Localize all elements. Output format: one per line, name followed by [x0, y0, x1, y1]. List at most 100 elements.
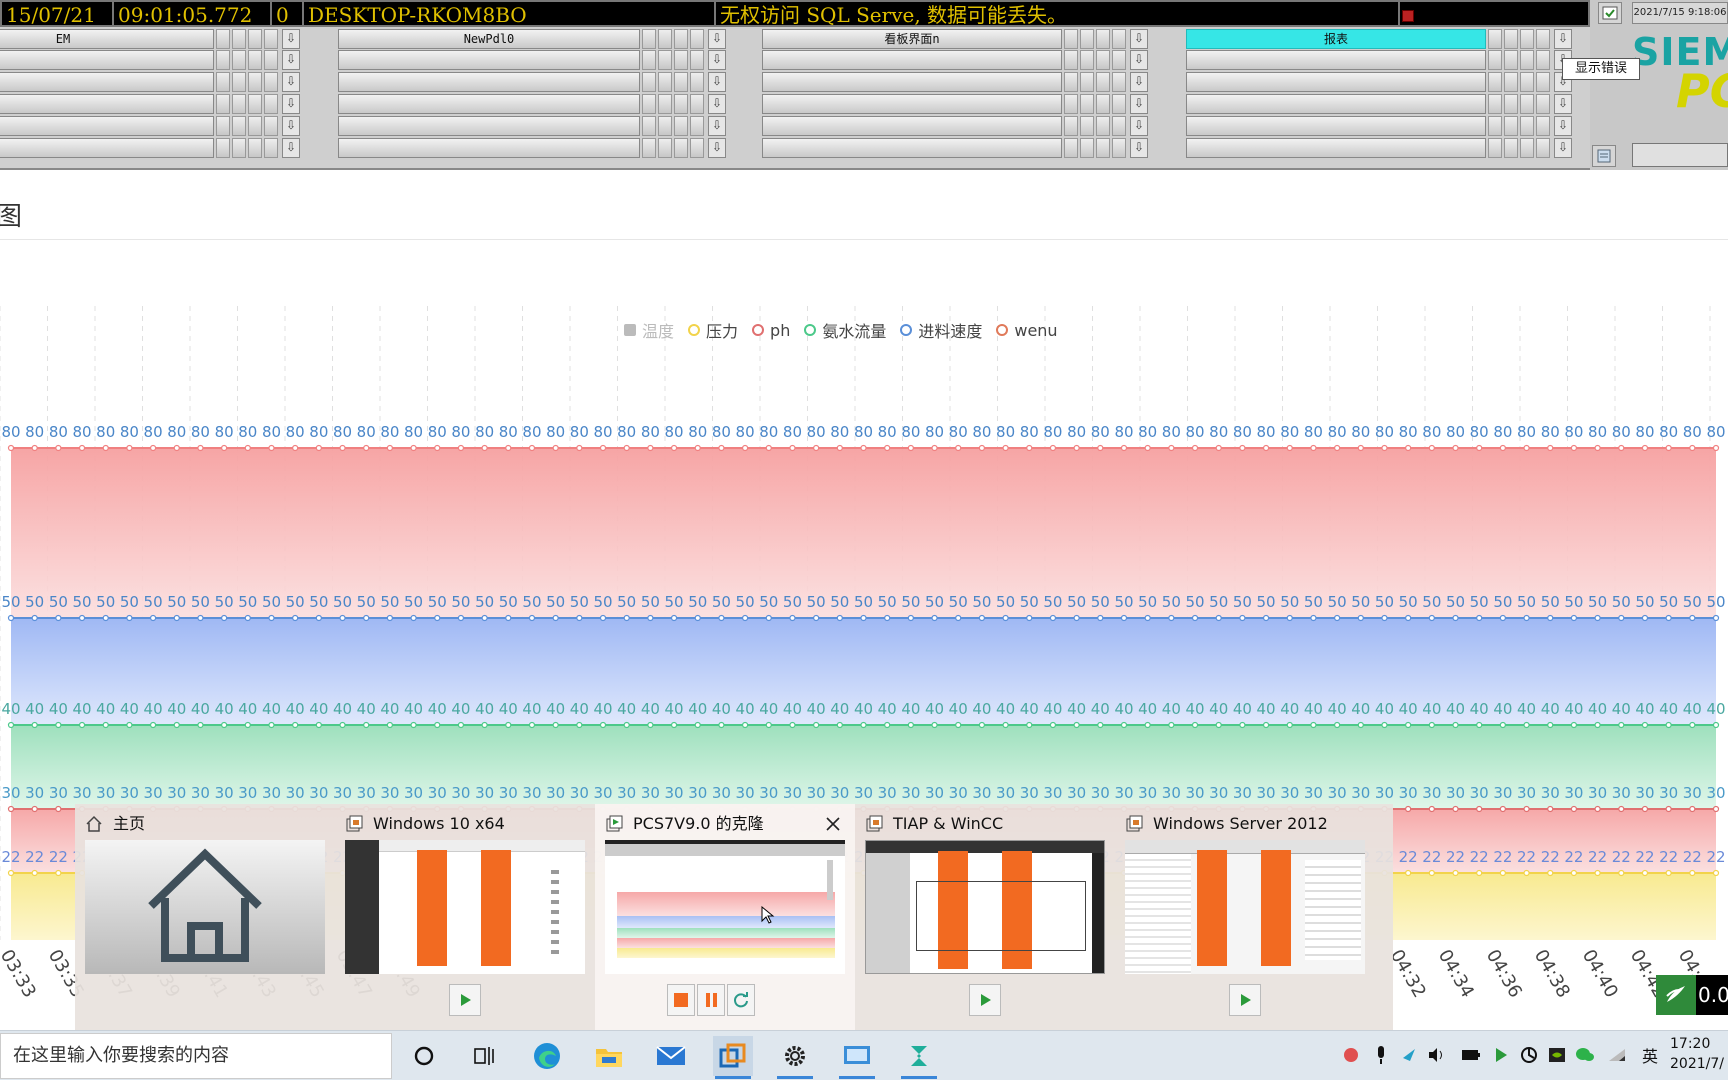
area-indicator[interactable] [658, 116, 672, 136]
pause-button[interactable] [697, 984, 725, 1016]
area-indicator[interactable] [1520, 138, 1534, 158]
area-button[interactable] [0, 94, 214, 114]
area-button[interactable] [0, 72, 214, 92]
down-arrow-icon[interactable]: ⇩ [282, 94, 300, 114]
area-indicator[interactable] [1064, 94, 1078, 114]
area-indicator[interactable] [1112, 138, 1126, 158]
area-indicator[interactable] [658, 72, 672, 92]
area-indicator[interactable] [642, 138, 656, 158]
area-indicator[interactable] [690, 29, 704, 49]
legend-item[interactable]: wenu [996, 321, 1058, 340]
area-indicator[interactable] [674, 116, 688, 136]
area-indicator[interactable] [658, 94, 672, 114]
thumb-windows10[interactable]: Windows 10 x64 [335, 804, 595, 1030]
down-arrow-icon[interactable]: ⇩ [708, 72, 726, 92]
area-indicator[interactable] [216, 29, 230, 49]
input-language[interactable]: 英 [1642, 1043, 1658, 1067]
area-indicator[interactable] [1488, 138, 1502, 158]
area-indicator[interactable] [674, 94, 688, 114]
acknowledge-icon[interactable] [1598, 2, 1622, 24]
thumb-windows-server[interactable]: Windows Server 2012 [1115, 804, 1375, 1030]
area-indicator[interactable] [1080, 138, 1094, 158]
area-button[interactable] [0, 116, 214, 136]
area-indicator[interactable] [1536, 116, 1550, 136]
area-indicator[interactable] [642, 50, 656, 70]
battery-icon[interactable] [1460, 1043, 1482, 1067]
area-indicator[interactable] [1112, 72, 1126, 92]
area-indicator[interactable] [248, 138, 262, 158]
area-indicator[interactable] [642, 72, 656, 92]
down-arrow-icon[interactable]: ⇩ [708, 94, 726, 114]
area-indicator[interactable] [1504, 29, 1518, 49]
area-indicator[interactable] [1536, 50, 1550, 70]
area-indicator[interactable] [674, 50, 688, 70]
legend-item[interactable]: 温度 [624, 318, 674, 342]
siemens-tool-icon[interactable] [899, 1036, 939, 1079]
area-indicator[interactable] [1488, 94, 1502, 114]
area-indicator[interactable] [216, 116, 230, 136]
area-indicator[interactable] [1112, 50, 1126, 70]
task-view-icon[interactable] [464, 1036, 504, 1076]
area-button[interactable]: NewPdl0 [338, 29, 640, 49]
mail-icon[interactable] [651, 1036, 691, 1076]
area-indicator[interactable] [674, 29, 688, 49]
file-explorer-icon[interactable] [589, 1036, 629, 1076]
tray-app2-icon[interactable] [1518, 1043, 1540, 1067]
area-button[interactable] [762, 138, 1062, 158]
area-indicator[interactable] [1504, 94, 1518, 114]
area-indicator[interactable] [1504, 50, 1518, 70]
area-button[interactable] [0, 138, 214, 158]
sync-icon[interactable] [1398, 1043, 1420, 1067]
area-indicator[interactable] [690, 50, 704, 70]
area-indicator[interactable] [232, 50, 246, 70]
area-indicator[interactable] [658, 138, 672, 158]
area-indicator[interactable] [1080, 116, 1094, 136]
area-indicator[interactable] [1488, 29, 1502, 49]
app-badge-icon[interactable] [1656, 975, 1696, 1015]
area-indicator[interactable] [1536, 29, 1550, 49]
area-button[interactable] [338, 94, 640, 114]
area-indicator[interactable] [1520, 29, 1534, 49]
area-indicator[interactable] [1112, 29, 1126, 49]
area-indicator[interactable] [642, 29, 656, 49]
area-indicator[interactable] [1096, 72, 1110, 92]
area-indicator[interactable] [1536, 94, 1550, 114]
down-arrow-icon[interactable]: ⇩ [708, 29, 726, 49]
play-button[interactable] [969, 984, 1001, 1016]
area-indicator[interactable] [232, 72, 246, 92]
down-arrow-icon[interactable]: ⇩ [282, 72, 300, 92]
alarm-indicator-icon[interactable] [1402, 10, 1414, 22]
area-indicator[interactable] [1520, 72, 1534, 92]
close-icon[interactable] [821, 812, 845, 836]
area-button[interactable] [1186, 72, 1486, 92]
remote-desktop-icon[interactable] [837, 1036, 877, 1079]
area-indicator[interactable] [690, 138, 704, 158]
area-indicator[interactable] [1096, 138, 1110, 158]
area-button[interactable] [1186, 138, 1486, 158]
down-arrow-icon[interactable]: ⇩ [1130, 72, 1148, 92]
thumb-tiap[interactable]: TIAP & WinCC [855, 804, 1115, 1030]
vmware-icon[interactable] [713, 1036, 753, 1079]
legend-item[interactable]: ph [752, 321, 790, 340]
area-indicator[interactable] [1488, 116, 1502, 136]
area-indicator[interactable] [1520, 50, 1534, 70]
area-indicator[interactable] [1504, 138, 1518, 158]
area-indicator[interactable] [1488, 72, 1502, 92]
play-button[interactable] [449, 984, 481, 1016]
stop-button[interactable] [667, 984, 695, 1016]
play-button[interactable] [1229, 984, 1261, 1016]
area-indicator[interactable] [1064, 50, 1078, 70]
down-arrow-icon[interactable]: ⇩ [282, 50, 300, 70]
report-icon[interactable] [1592, 145, 1616, 167]
area-indicator[interactable] [232, 138, 246, 158]
area-indicator[interactable] [1064, 116, 1078, 136]
down-arrow-icon[interactable]: ⇩ [1130, 50, 1148, 70]
down-arrow-icon[interactable]: ⇩ [1130, 116, 1148, 136]
down-arrow-icon[interactable]: ⇩ [1554, 29, 1572, 49]
area-button[interactable] [338, 116, 640, 136]
area-indicator[interactable] [264, 50, 278, 70]
area-indicator[interactable] [1112, 116, 1126, 136]
area-button[interactable] [338, 72, 640, 92]
area-indicator[interactable] [674, 72, 688, 92]
area-button[interactable] [762, 72, 1062, 92]
